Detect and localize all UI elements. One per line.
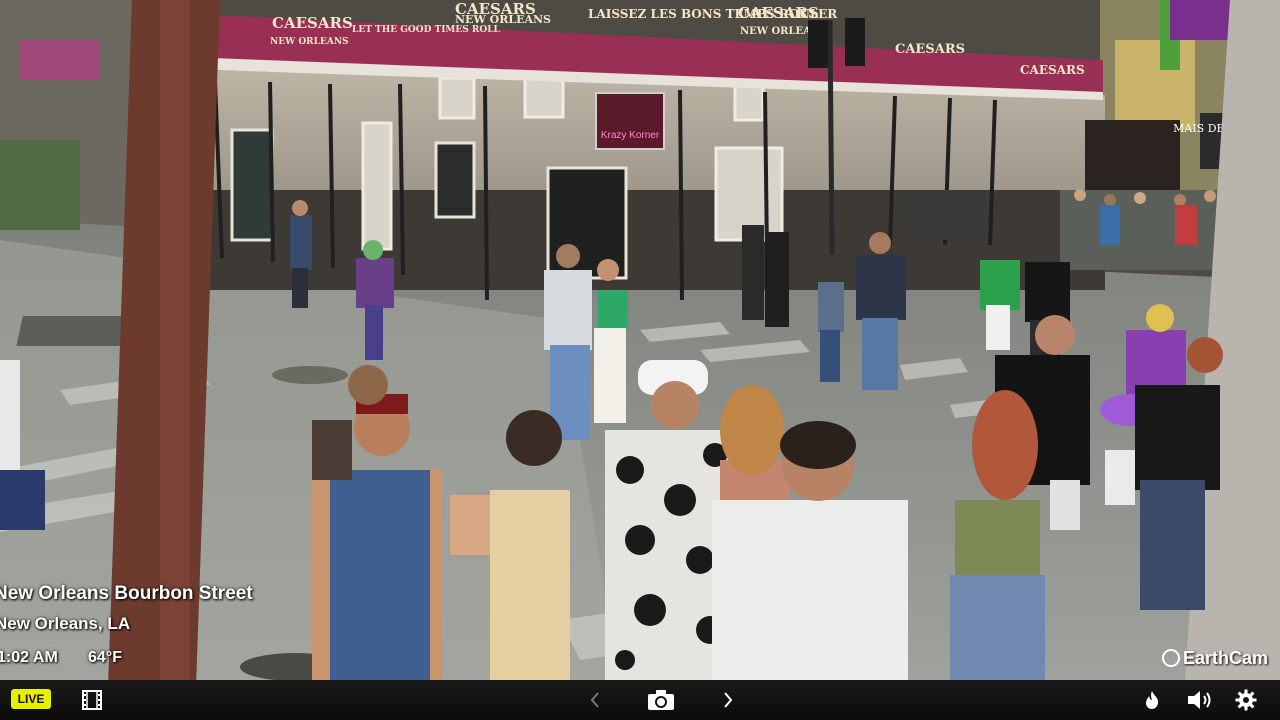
mural-wall — [0, 140, 80, 230]
webcam-video-frame: Krazy Korner CAESARS NEW ORLEANS CAESARS… — [0, 0, 1280, 680]
film-icon — [82, 690, 102, 710]
banner-tagline-1: LET THE GOOD TIMES ROLL — [352, 25, 501, 35]
camera-temperature: 64°F — [88, 649, 122, 666]
earthcam-logo-icon — [1162, 649, 1180, 667]
flame-icon — [1146, 691, 1159, 709]
banner-caesars-1: CAESARS — [272, 14, 353, 32]
previous-button[interactable] — [585, 685, 605, 715]
gear-icon — [1235, 689, 1257, 711]
timelapse-button[interactable] — [80, 685, 104, 715]
banner-neworleans-1: NEW ORLEANS — [270, 37, 349, 47]
camera-location: New Orleans, LA — [0, 614, 131, 633]
banner-caesars-4: CAESARS — [895, 42, 965, 57]
snapshot-button[interactable] — [645, 685, 677, 715]
live-badge[interactable]: LIVE — [11, 689, 51, 709]
player-control-bar: LIVE — [0, 680, 1280, 720]
settings-button[interactable] — [1234, 685, 1258, 715]
banner-tagline-2: LAISSEZ LES BONS TEMPS ROULER — [588, 7, 838, 21]
camera-icon — [648, 690, 674, 710]
camera-time: 11:02 AM — [0, 649, 58, 666]
video-player: Krazy Korner CAESARS NEW ORLEANS CAESARS… — [0, 0, 1280, 720]
hot-button[interactable] — [1142, 685, 1162, 715]
bar-sign-text: Krazy Korner — [601, 130, 660, 141]
chevron-left-icon — [590, 692, 599, 708]
watermark-text: EarthCam — [1183, 648, 1269, 668]
camera-title: New Orleans Bourbon Street — [0, 583, 253, 604]
volume-button[interactable] — [1186, 685, 1216, 715]
volume-icon — [1188, 691, 1211, 709]
chevron-right-icon — [724, 692, 733, 708]
earthcam-watermark: EarthCam — [1162, 648, 1268, 669]
next-button[interactable] — [718, 685, 738, 715]
banner-caesars-5: CAESARS — [1020, 63, 1085, 77]
